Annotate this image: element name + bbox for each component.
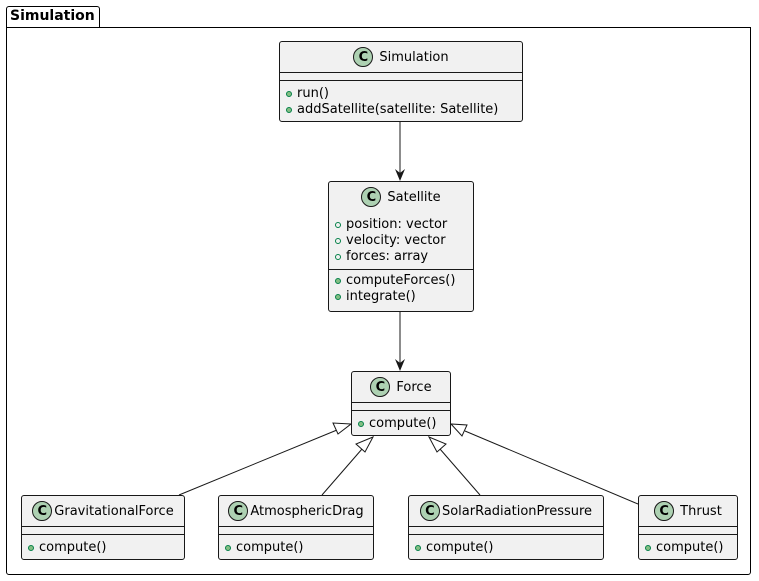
class-name: Satellite bbox=[387, 189, 441, 205]
class-name: Force bbox=[396, 379, 432, 395]
class-name: Thrust bbox=[680, 503, 722, 519]
class-icon: C bbox=[32, 501, 53, 521]
methods-section: computeForces() integrate() bbox=[329, 269, 473, 309]
public-method-icon bbox=[28, 545, 34, 551]
fields-section bbox=[22, 526, 184, 534]
field-item: velocity: vector bbox=[335, 233, 467, 249]
class-force[interactable]: C Force compute() bbox=[351, 371, 451, 436]
class-name: SolarRadiationPressure bbox=[441, 503, 593, 519]
public-field-icon bbox=[335, 238, 341, 244]
method-item: compute() bbox=[358, 416, 444, 432]
inheritance-head-gravitational bbox=[332, 422, 353, 435]
method-item: compute() bbox=[415, 540, 597, 556]
fields-section bbox=[639, 526, 737, 534]
class-satellite[interactable]: C Satellite position: vector velocity: v… bbox=[328, 181, 474, 312]
public-method-icon bbox=[358, 421, 364, 427]
public-method-icon bbox=[645, 545, 651, 551]
public-method-icon bbox=[415, 545, 421, 551]
public-method-icon bbox=[286, 107, 292, 113]
inheritance-thrust bbox=[464, 430, 639, 505]
methods-section: compute() bbox=[352, 410, 450, 436]
inheritance-solar bbox=[439, 448, 481, 496]
public-method-icon bbox=[335, 294, 341, 300]
public-field-icon bbox=[335, 254, 341, 260]
public-field-icon bbox=[335, 222, 341, 228]
methods-section: compute() bbox=[639, 534, 737, 560]
method-item: compute() bbox=[645, 540, 731, 556]
fields-section bbox=[409, 526, 603, 534]
public-method-icon bbox=[286, 91, 292, 97]
class-simulation[interactable]: C Simulation run() addSatellite(satellit… bbox=[279, 41, 523, 122]
fields-section: position: vector velocity: vector forces… bbox=[329, 212, 473, 269]
public-method-icon bbox=[335, 278, 341, 284]
field-item: position: vector bbox=[335, 217, 467, 233]
class-icon: C bbox=[228, 501, 249, 521]
inheritance-atmospheric bbox=[321, 448, 363, 496]
class-solar-radiation-pressure[interactable]: C SolarRadiationPressure compute() bbox=[408, 495, 604, 560]
class-name: Simulation bbox=[379, 49, 449, 65]
fields-section bbox=[219, 526, 373, 534]
inheritance-gravitational bbox=[178, 429, 338, 496]
inheritance-head-thrust bbox=[449, 423, 468, 437]
class-icon: C bbox=[419, 501, 440, 521]
class-atmospheric-drag[interactable]: C AtmosphericDrag compute() bbox=[218, 495, 374, 560]
methods-section: compute() bbox=[409, 534, 603, 560]
method-item: compute() bbox=[28, 540, 178, 556]
field-item: forces: array bbox=[335, 249, 467, 265]
class-icon: C bbox=[370, 377, 391, 397]
method-item: addSatellite(satellite: Satellite) bbox=[286, 102, 516, 118]
class-name: AtmosphericDrag bbox=[250, 503, 364, 519]
class-icon: C bbox=[353, 47, 374, 67]
inheritance-head-solar bbox=[427, 436, 447, 453]
class-name: GravitationalForce bbox=[54, 503, 174, 519]
method-item: run() bbox=[286, 86, 516, 102]
methods-section: run() addSatellite(satellite: Satellite) bbox=[280, 80, 522, 122]
class-icon: C bbox=[361, 187, 382, 207]
methods-section: compute() bbox=[22, 534, 184, 560]
class-icon: C bbox=[654, 501, 675, 521]
methods-section: compute() bbox=[219, 534, 373, 560]
fields-section bbox=[280, 72, 522, 80]
class-gravitational-force[interactable]: C GravitationalForce compute() bbox=[21, 495, 185, 560]
method-item: integrate() bbox=[335, 289, 467, 305]
method-item: computeForces() bbox=[335, 273, 467, 289]
method-item: compute() bbox=[225, 540, 367, 556]
fields-section bbox=[352, 402, 450, 410]
class-thrust[interactable]: C Thrust compute() bbox=[638, 495, 738, 560]
inheritance-head-atmospheric bbox=[355, 436, 375, 453]
public-method-icon bbox=[225, 545, 231, 551]
